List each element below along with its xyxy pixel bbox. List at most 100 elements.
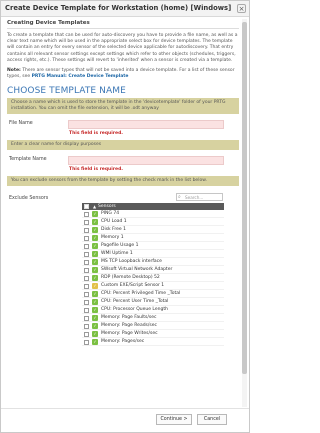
close-icon[interactable]: ×: [237, 4, 246, 13]
sensor-status-icon: ✓: [92, 307, 98, 314]
intro-description: To create a template that can be used fo…: [7, 33, 238, 63]
sensor-row[interactable]: ✓ Disk Free 1: [82, 226, 224, 235]
sensor-status-icon: ✓: [92, 299, 98, 306]
sensor-row[interactable]: ✓ Custom EXE/Script Sensor 1: [82, 282, 224, 291]
cancel-button[interactable]: Cancel: [197, 414, 227, 425]
sensor-row[interactable]: ✓ CPU: Percent User Time _Total: [82, 298, 224, 307]
exclude-sensors-area: Exclude Sensors ⌕ Search... ▲ Sensors ✓ P…: [5, 192, 241, 372]
exclude-sensor-checkbox[interactable]: [84, 315, 89, 321]
exclude-sensor-checkbox[interactable]: [84, 331, 89, 337]
sensor-name: MS TCP Loopback interface: [101, 259, 162, 265]
sensor-row[interactable]: ✓ Memory: Page Writes/sec: [82, 330, 224, 339]
sort-up-icon[interactable]: ▲: [93, 203, 96, 210]
sensor-name: Memory 1: [101, 235, 124, 241]
sensor-name: RDP (Remote Desktop) 52: [101, 275, 160, 281]
exclude-sensor-checkbox[interactable]: [84, 323, 89, 329]
exclude-sensor-checkbox[interactable]: [84, 307, 89, 313]
sensor-row[interactable]: ✓ Memory: Page Reads/sec: [82, 322, 224, 331]
sensor-row[interactable]: ✓ WMI Uptime 1: [82, 250, 224, 259]
sensor-status-icon: ✓: [92, 243, 98, 250]
sensor-row[interactable]: ✓ Memory: Page Faults/sec: [82, 314, 224, 323]
dialog-title: Create Device Template for Workstation (…: [5, 4, 232, 12]
exclude-sensor-checkbox[interactable]: [84, 291, 89, 297]
sensor-name: Disk Free 1: [101, 227, 126, 233]
file-name-error: This field is required.: [69, 131, 124, 137]
sensor-name: WMI Uptime 1: [101, 251, 133, 257]
dialog-titlebar: Create Device Template for Workstation (…: [1, 1, 249, 17]
exclude-sensor-checkbox[interactable]: [84, 235, 89, 241]
exclude-sensor-checkbox[interactable]: [84, 259, 89, 265]
template-name-row: Template Name This field is required.: [5, 156, 241, 176]
content-scrollbar[interactable]: [242, 19, 247, 407]
create-template-dialog: Create Device Template for Workstation (…: [0, 0, 250, 433]
sensor-row[interactable]: ✓ MS TCP Loopback interface: [82, 258, 224, 267]
dialog-footer: Continue > Cancel: [1, 408, 249, 432]
search-icon: ⌕: [178, 194, 181, 201]
sensor-search-placeholder: Search...: [185, 195, 204, 201]
sensor-status-icon: ✓: [92, 283, 98, 290]
sensor-name: Custom EXE/Script Sensor 1: [101, 283, 165, 289]
sensor-search-input[interactable]: ⌕ Search...: [176, 193, 223, 202]
exclude-sensor-checkbox[interactable]: [84, 211, 89, 217]
sensor-status-icon: ✓: [92, 323, 98, 330]
exclude-sensors-hint: You can exclude sensors from the templat…: [7, 176, 239, 187]
file-name-input[interactable]: [68, 120, 224, 130]
sensor-row[interactable]: ✓ RDP (Remote Desktop) 52: [82, 274, 224, 283]
sensor-status-icon: ✓: [92, 315, 98, 322]
sensor-row[interactable]: ✓ CPU: Processor Queue Length: [82, 306, 224, 315]
continue-button[interactable]: Continue >: [156, 414, 192, 425]
template-name-error: This field is required.: [69, 167, 124, 173]
sensor-row[interactable]: ✓ CPU Load 1: [82, 218, 224, 227]
exclude-sensor-checkbox[interactable]: [84, 243, 89, 249]
intro-note: Note: There are sensor types that will n…: [7, 68, 239, 80]
sensors-column-header[interactable]: Sensors: [98, 203, 116, 210]
scrollbar-thumb[interactable]: [242, 22, 247, 374]
exclude-sensor-checkbox[interactable]: [84, 251, 89, 257]
sensor-status-icon: ✓: [92, 331, 98, 338]
sensor-table-header[interactable]: ▲ Sensors: [82, 203, 224, 211]
sensor-name: Memory: Page Reads/sec: [101, 323, 157, 329]
sensor-row[interactable]: ✓ PING 74: [82, 210, 224, 219]
manual-link[interactable]: PRTG Manual: Create Device Template: [32, 74, 129, 79]
dialog-content: Creating Device Templates To create a te…: [5, 19, 241, 407]
exclude-sensor-checkbox[interactable]: [84, 227, 89, 233]
sensor-status-icon: ✓: [92, 259, 98, 266]
file-name-row: File Name This field is required.: [5, 120, 241, 140]
exclude-sensor-checkbox[interactable]: [84, 339, 89, 345]
sensor-status-icon: ✓: [92, 227, 98, 234]
sensor-table: ▲ Sensors ✓ PING 74 ✓ CPU Load 1 ✓ Disk Free …: [82, 203, 224, 347]
exclude-sensor-checkbox[interactable]: [84, 267, 89, 273]
sensor-name: Memory: Page Writes/sec: [101, 331, 158, 337]
sensor-name: CPU: Percent User Time _Total: [101, 299, 169, 305]
sensor-name: CPU: Percent Privileged Time _Total: [101, 291, 181, 297]
intro-section-title: Creating Device Templates: [7, 20, 239, 29]
template-name-label: Template Name: [9, 157, 47, 163]
sensor-row[interactable]: ✓ CPU: Percent Privileged Time _Total: [82, 290, 224, 299]
exclude-sensor-checkbox[interactable]: [84, 275, 89, 281]
sensor-name: Memory: Page Faults/sec: [101, 315, 157, 321]
sensor-status-icon: ✓: [92, 235, 98, 242]
exclude-sensor-checkbox[interactable]: [84, 283, 89, 289]
sensor-name: Pagefile Usage 1: [101, 243, 139, 249]
template-name-input[interactable]: [68, 156, 224, 166]
select-all-checkbox[interactable]: [84, 204, 89, 210]
sensor-name: Memory: Pages/sec: [101, 339, 145, 345]
file-name-hint: Choose a name which is used to store the…: [7, 98, 239, 115]
sensor-row[interactable]: ✓ Pagefile Usage 1: [82, 242, 224, 251]
sensor-row[interactable]: ✓ Memory 1: [82, 234, 224, 243]
sensor-row[interactable]: ✓ SWsoft Virtual Network Adapter: [82, 266, 224, 275]
sensor-status-icon: ✓: [92, 267, 98, 274]
template-name-hint: Enter a clear name for display purposes: [7, 140, 239, 151]
file-name-label: File Name: [9, 121, 33, 127]
exclude-sensors-label: Exclude Sensors: [9, 196, 49, 202]
sensor-status-icon: ✓: [92, 211, 98, 218]
exclude-sensor-checkbox[interactable]: [84, 219, 89, 225]
sensor-status-icon: ✓: [92, 275, 98, 282]
template-name-heading: CHOOSE TEMPLATE NAME: [7, 86, 126, 97]
sensor-row[interactable]: ✓ Memory: Pages/sec: [82, 338, 224, 347]
sensor-status-icon: ✓: [92, 251, 98, 258]
sensor-name: SWsoft Virtual Network Adapter: [101, 267, 173, 273]
sensor-status-icon: ✓: [92, 219, 98, 226]
sensor-name: CPU: Processor Queue Length: [101, 307, 168, 313]
exclude-sensor-checkbox[interactable]: [84, 299, 89, 305]
